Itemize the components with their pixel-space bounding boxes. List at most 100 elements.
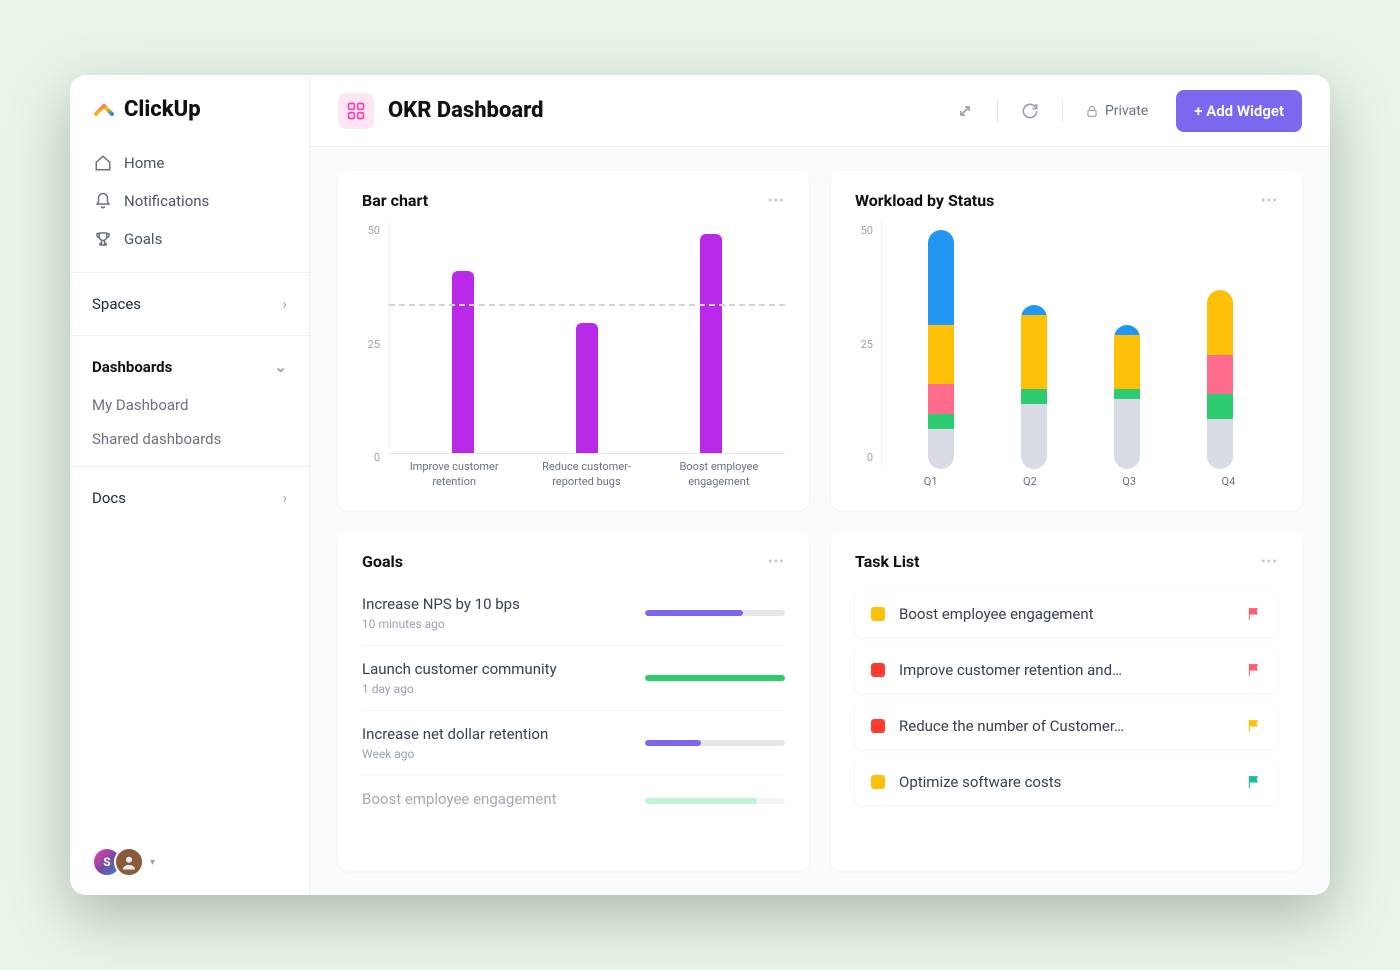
divider: [70, 335, 309, 336]
stacked-chart-plot: 50 25 0 Q1 Q2 Q3 Q4: [855, 220, 1278, 490]
chart-segment: [1021, 389, 1047, 404]
nav-goals[interactable]: Goals: [80, 220, 299, 258]
lock-icon: [1085, 104, 1099, 118]
main-content: OKR Dashboard Private + Add Widget Bar c…: [310, 75, 1330, 895]
x-tick-label: Q3: [1099, 475, 1159, 490]
nav-notifications[interactable]: Notifications: [80, 182, 299, 220]
privacy-toggle[interactable]: Private: [1085, 103, 1148, 119]
goal-time: Week ago: [362, 747, 625, 761]
widget-goals: Goals ••• Increase NPS by 10 bps 10 minu…: [338, 532, 809, 871]
bar-chart-plot: 50 25 0 Improve customer retentionReduce…: [362, 220, 785, 490]
task-row[interactable]: Boost employee engagement: [855, 591, 1278, 637]
refresh-icon[interactable]: [1020, 101, 1040, 121]
chart-segment: [1114, 389, 1140, 399]
goal-row[interactable]: Launch customer community 1 day ago: [362, 645, 785, 710]
goal-row[interactable]: Increase NPS by 10 bps 10 minutes ago: [362, 581, 785, 645]
progress-bar: [645, 798, 785, 804]
flag-icon: [1246, 606, 1262, 622]
chart-segment: [1021, 404, 1047, 469]
avatar-photo: [114, 847, 144, 877]
goal-time: 1 day ago: [362, 682, 625, 696]
caret-down-icon: ▾: [150, 857, 155, 868]
goals-list: Increase NPS by 10 bps 10 minutes ago La…: [362, 581, 785, 826]
goal-row[interactable]: Boost employee engagement: [362, 775, 785, 826]
app-frame: ClickUp Home Notifications Goals Spaces …: [70, 75, 1330, 895]
brand-logo[interactable]: ClickUp: [70, 75, 309, 140]
tasks-list: Boost employee engagement Improve custom…: [855, 581, 1278, 805]
x-tick-label: Q4: [1198, 475, 1258, 490]
progress-bar: [645, 740, 785, 746]
chevron-right-icon: ›: [282, 295, 287, 313]
chart-segment: [928, 230, 954, 325]
dashboard-icon: [338, 93, 374, 129]
section-label: Spaces: [92, 295, 141, 313]
more-icon[interactable]: •••: [768, 193, 785, 209]
x-tick-label: Q1: [901, 475, 961, 490]
sidebar-item-shared-dashboards[interactable]: Shared dashboards: [70, 422, 309, 456]
clickup-logo-icon: [92, 98, 116, 122]
task-title: Boost employee engagement: [899, 605, 1232, 623]
expand-icon[interactable]: [955, 101, 975, 121]
widget-task-list: Task List ••• Boost employee engagement …: [831, 532, 1302, 871]
chart-bar: [700, 234, 722, 453]
section-dashboards[interactable]: Dashboards ⌄: [70, 346, 309, 388]
widget-title: Workload by Status: [855, 191, 994, 210]
y-axis: 50 25 0: [855, 220, 881, 490]
bell-icon: [94, 192, 112, 210]
x-tick-label: Boost employee engagement: [664, 460, 774, 490]
goal-title: Increase net dollar retention: [362, 725, 625, 743]
chart-segment: [928, 384, 954, 414]
x-tick-label: Reduce customer-reported bugs: [531, 460, 641, 490]
chart-segment: [928, 429, 954, 469]
chevron-right-icon: ›: [282, 489, 287, 507]
task-row[interactable]: Reduce the number of Customer…: [855, 703, 1278, 749]
divider: [997, 100, 998, 122]
avatar-stack[interactable]: S ▾: [70, 829, 309, 895]
section-label: Docs: [92, 489, 126, 507]
progress-fill: [645, 798, 757, 804]
x-tick-label: Improve customer retention: [399, 460, 509, 490]
chart-segment: [1207, 394, 1233, 419]
section-docs[interactable]: Docs ›: [70, 477, 309, 519]
chart-segment: [1021, 305, 1047, 315]
chart-segment: [928, 325, 954, 385]
trophy-icon: [94, 230, 112, 248]
progress-fill: [645, 675, 785, 681]
widget-title: Task List: [855, 552, 920, 571]
chart-bar: [452, 271, 474, 453]
sidebar-item-my-dashboard[interactable]: My Dashboard: [70, 388, 309, 422]
more-icon[interactable]: •••: [1261, 554, 1278, 570]
add-widget-button[interactable]: + Add Widget: [1176, 90, 1302, 132]
more-icon[interactable]: •••: [768, 554, 785, 570]
more-icon[interactable]: •••: [1261, 193, 1278, 209]
task-title: Improve customer retention and…: [899, 661, 1232, 679]
guideline: [389, 304, 785, 306]
section-label: Dashboards: [92, 358, 172, 376]
chart-segment: [928, 414, 954, 429]
flag-icon: [1246, 662, 1262, 678]
topbar: OKR Dashboard Private + Add Widget: [310, 75, 1330, 147]
goal-title: Increase NPS by 10 bps: [362, 595, 625, 613]
goal-row[interactable]: Increase net dollar retention Week ago: [362, 710, 785, 775]
task-row[interactable]: Improve customer retention and…: [855, 647, 1278, 693]
x-tick-label: Q2: [1000, 475, 1060, 490]
widget-grid: Bar chart ••• 50 25 0 Improve customer r…: [310, 147, 1330, 895]
flag-icon: [1246, 774, 1262, 790]
chart-stacked-bar: [928, 230, 954, 469]
privacy-label: Private: [1105, 103, 1148, 119]
chart-segment: [1114, 335, 1140, 390]
widget-title: Goals: [362, 552, 403, 571]
nav-label: Goals: [124, 230, 162, 248]
chevron-down-icon: ⌄: [274, 358, 287, 376]
status-swatch: [871, 663, 885, 677]
nav-home[interactable]: Home: [80, 144, 299, 182]
progress-bar: [645, 610, 785, 616]
progress-bar: [645, 675, 785, 681]
primary-nav: Home Notifications Goals: [70, 140, 309, 262]
brand-name: ClickUp: [124, 97, 201, 122]
task-row[interactable]: Optimize software costs: [855, 759, 1278, 805]
section-spaces[interactable]: Spaces ›: [70, 283, 309, 325]
chart-segment: [1207, 355, 1233, 395]
nav-label: Home: [124, 154, 164, 172]
chart-segment: [1114, 325, 1140, 335]
